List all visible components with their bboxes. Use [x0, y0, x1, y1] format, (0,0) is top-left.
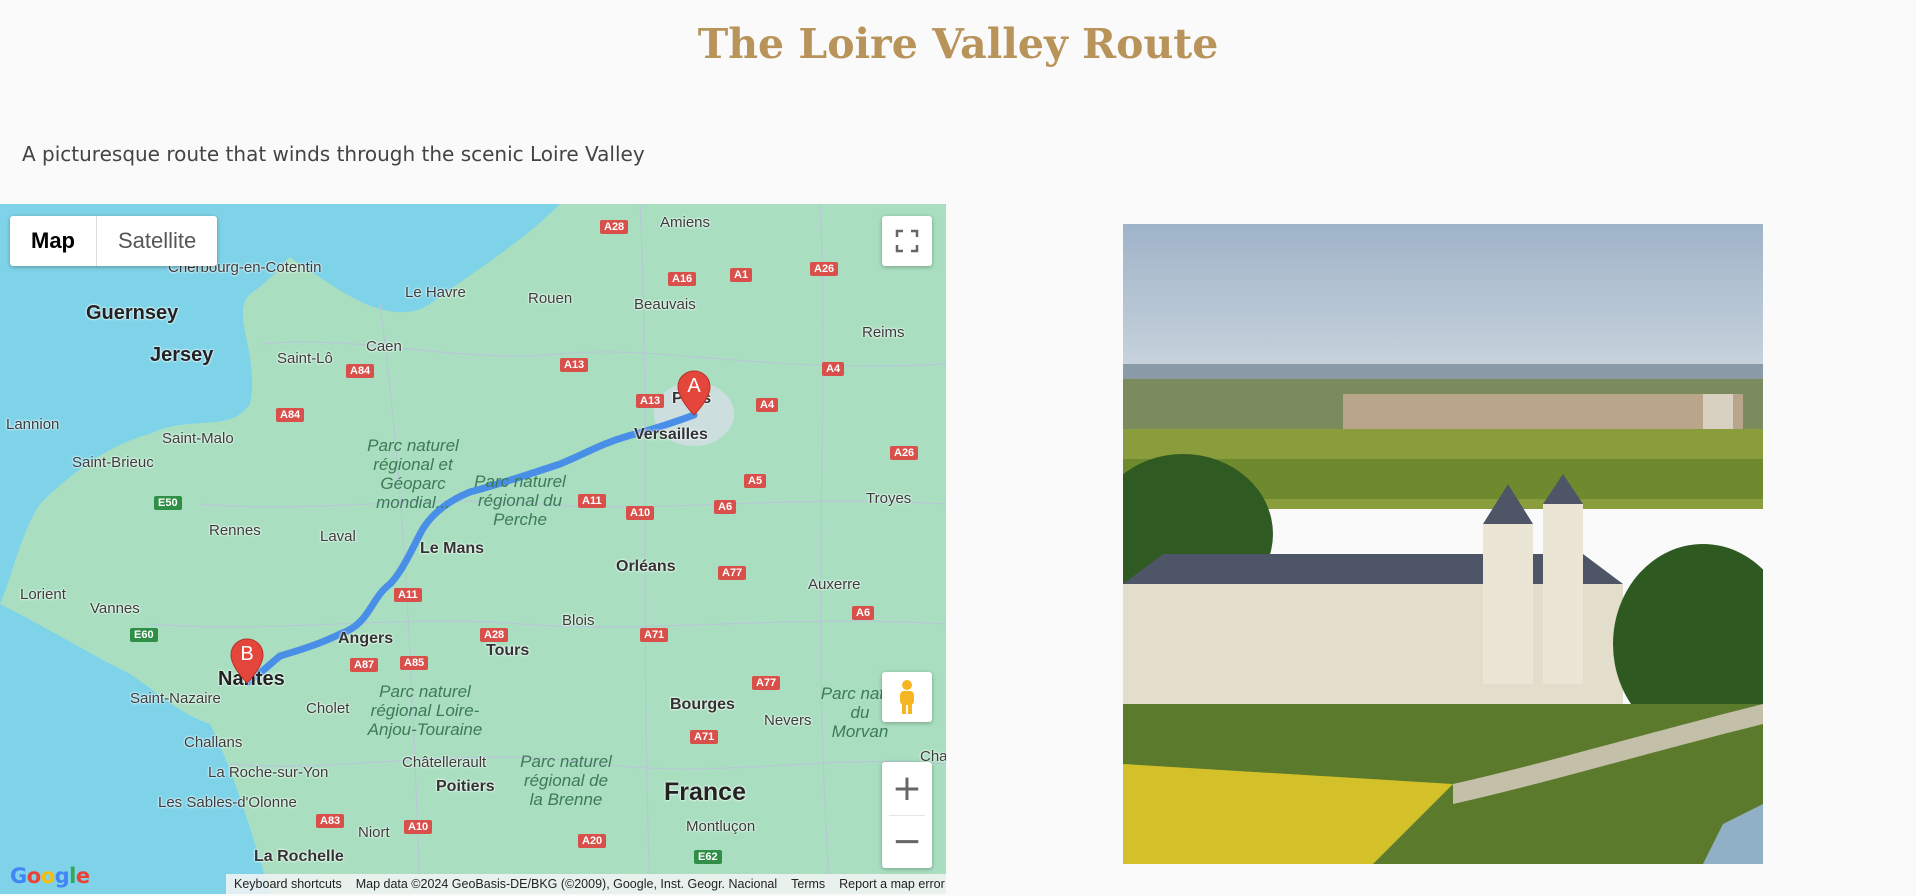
- map-label: Reims: [862, 324, 905, 341]
- road-shield: A77: [752, 676, 781, 690]
- map-label: Rennes: [209, 522, 261, 539]
- road-shield: A83: [316, 814, 345, 828]
- road-shield: A13: [560, 358, 589, 372]
- pegman-icon: [900, 680, 914, 714]
- road-shield: A16: [668, 272, 697, 286]
- road-shield: A5: [744, 474, 767, 488]
- road-shield: A28: [480, 628, 509, 642]
- route-description: A picturesque route that winds through t…: [22, 142, 645, 166]
- street-view-button[interactable]: [882, 672, 932, 722]
- map-label: Saint-Malo: [162, 430, 234, 447]
- marker-label: A: [687, 375, 701, 397]
- road-shield: E62: [694, 850, 722, 864]
- zoom-out-button[interactable]: −: [882, 816, 932, 868]
- road-shield: A4: [756, 398, 779, 412]
- map-type-satellite-button[interactable]: Satellite: [97, 216, 217, 266]
- park-label: Parc naturel régional du Perche: [474, 472, 566, 529]
- route-start-marker[interactable]: A: [677, 370, 711, 416]
- map-label: Amiens: [660, 214, 711, 231]
- map-label: Les Sables-d'Olonne: [158, 794, 297, 811]
- park-label: Parc naturel régional et Géoparc mondial…: [367, 436, 459, 512]
- chateau-image: [1123, 224, 1763, 864]
- map-attribution: Keyboard shortcuts Map data ©2024 GeoBas…: [226, 874, 946, 894]
- road-shield: A10: [404, 820, 433, 834]
- country-label: France: [664, 778, 746, 806]
- map-label: Troyes: [866, 490, 912, 507]
- map-label: Tours: [486, 642, 530, 659]
- road-shield: A26: [810, 262, 839, 276]
- map-type-control: Map Satellite: [10, 216, 218, 266]
- map-label: Beauvais: [634, 296, 696, 313]
- keyboard-shortcuts-link[interactable]: Keyboard shortcuts: [234, 877, 342, 891]
- road-shield: A4: [822, 362, 845, 376]
- road-shield: A71: [690, 730, 719, 744]
- map-label: Saint-Lô: [277, 350, 333, 367]
- terms-link[interactable]: Terms: [791, 877, 825, 891]
- road-shield: E60: [130, 628, 158, 642]
- map-label: Orléans: [616, 558, 676, 575]
- marker-label: B: [240, 643, 254, 665]
- road-shield: A1: [730, 268, 753, 282]
- map-label: Vannes: [90, 600, 140, 617]
- map-label: Le Havre: [405, 284, 466, 301]
- map-label: Challans: [184, 734, 243, 751]
- report-error-link[interactable]: Report a map error: [839, 877, 945, 891]
- map-label: La Roche-sur-Yon: [208, 764, 329, 781]
- map-label: Caen: [366, 338, 402, 355]
- road-shield: A84: [276, 408, 305, 422]
- map-label: Rouen: [528, 290, 573, 307]
- map-label: Cholet: [306, 700, 350, 717]
- road-shield: A28: [600, 220, 629, 234]
- map-label: Angers: [338, 630, 394, 647]
- map-label: Niort: [358, 824, 390, 841]
- road-shield: A6: [714, 500, 737, 514]
- map-label: Nevers: [764, 712, 812, 729]
- map-label: Auxerre: [808, 576, 861, 593]
- map-label: Lannion: [6, 416, 60, 433]
- route-end-marker[interactable]: B: [230, 638, 264, 684]
- zoom-control: + −: [882, 762, 932, 868]
- map-data-credit: Map data ©2024 GeoBasis-DE/BKG (©2009), …: [355, 877, 778, 891]
- road-shield: A13: [636, 394, 665, 408]
- map-label: Lorient: [20, 586, 66, 603]
- road-shield: A85: [400, 656, 429, 670]
- road-shield: A20: [578, 834, 607, 848]
- map-label: Blois: [562, 612, 595, 629]
- map-label: Bourges: [670, 696, 735, 713]
- zoom-in-button[interactable]: +: [882, 763, 932, 815]
- fullscreen-icon: [895, 229, 919, 253]
- map-label: Jersey: [150, 344, 214, 366]
- park-label: Parc naturel régional de la Brenne: [520, 752, 612, 809]
- map-label: La Rochelle: [254, 848, 344, 865]
- google-logo[interactable]: Google: [10, 864, 90, 888]
- fullscreen-button[interactable]: [882, 216, 932, 266]
- road-shield: A77: [718, 566, 747, 580]
- map-label: Versailles: [634, 426, 708, 443]
- map-label: Châtellerault: [402, 754, 487, 771]
- road-shield: A26: [890, 446, 919, 460]
- map-label: Le Mans: [420, 540, 485, 557]
- road-shield: A10: [626, 506, 655, 520]
- map-label: Guernsey: [86, 302, 179, 324]
- road-shield: A84: [346, 364, 375, 378]
- park-label: Parc naturel régional Loire-Anjou-Tourai…: [367, 682, 483, 739]
- map-label: Poitiers: [436, 778, 495, 795]
- map-label: Laval: [320, 528, 356, 545]
- page-title: The Loire Valley Route: [697, 20, 1219, 68]
- route-map[interactable]: Cherbourg-en-Cotentin Guernsey Jersey Le…: [0, 204, 946, 894]
- road-shield: A87: [350, 658, 379, 672]
- road-shield: E50: [154, 496, 182, 510]
- road-shield: A6: [852, 606, 875, 620]
- loire-valley-photo: [1123, 224, 1763, 864]
- road-shield: A71: [640, 628, 669, 642]
- map-label: Saint-Brieuc: [72, 454, 154, 471]
- map-label: Montluçon: [686, 818, 756, 835]
- map-label: Saint-Nazaire: [130, 690, 221, 707]
- road-shield: A11: [578, 494, 606, 508]
- map-type-map-button[interactable]: Map: [10, 216, 96, 266]
- road-shield: A11: [394, 588, 422, 602]
